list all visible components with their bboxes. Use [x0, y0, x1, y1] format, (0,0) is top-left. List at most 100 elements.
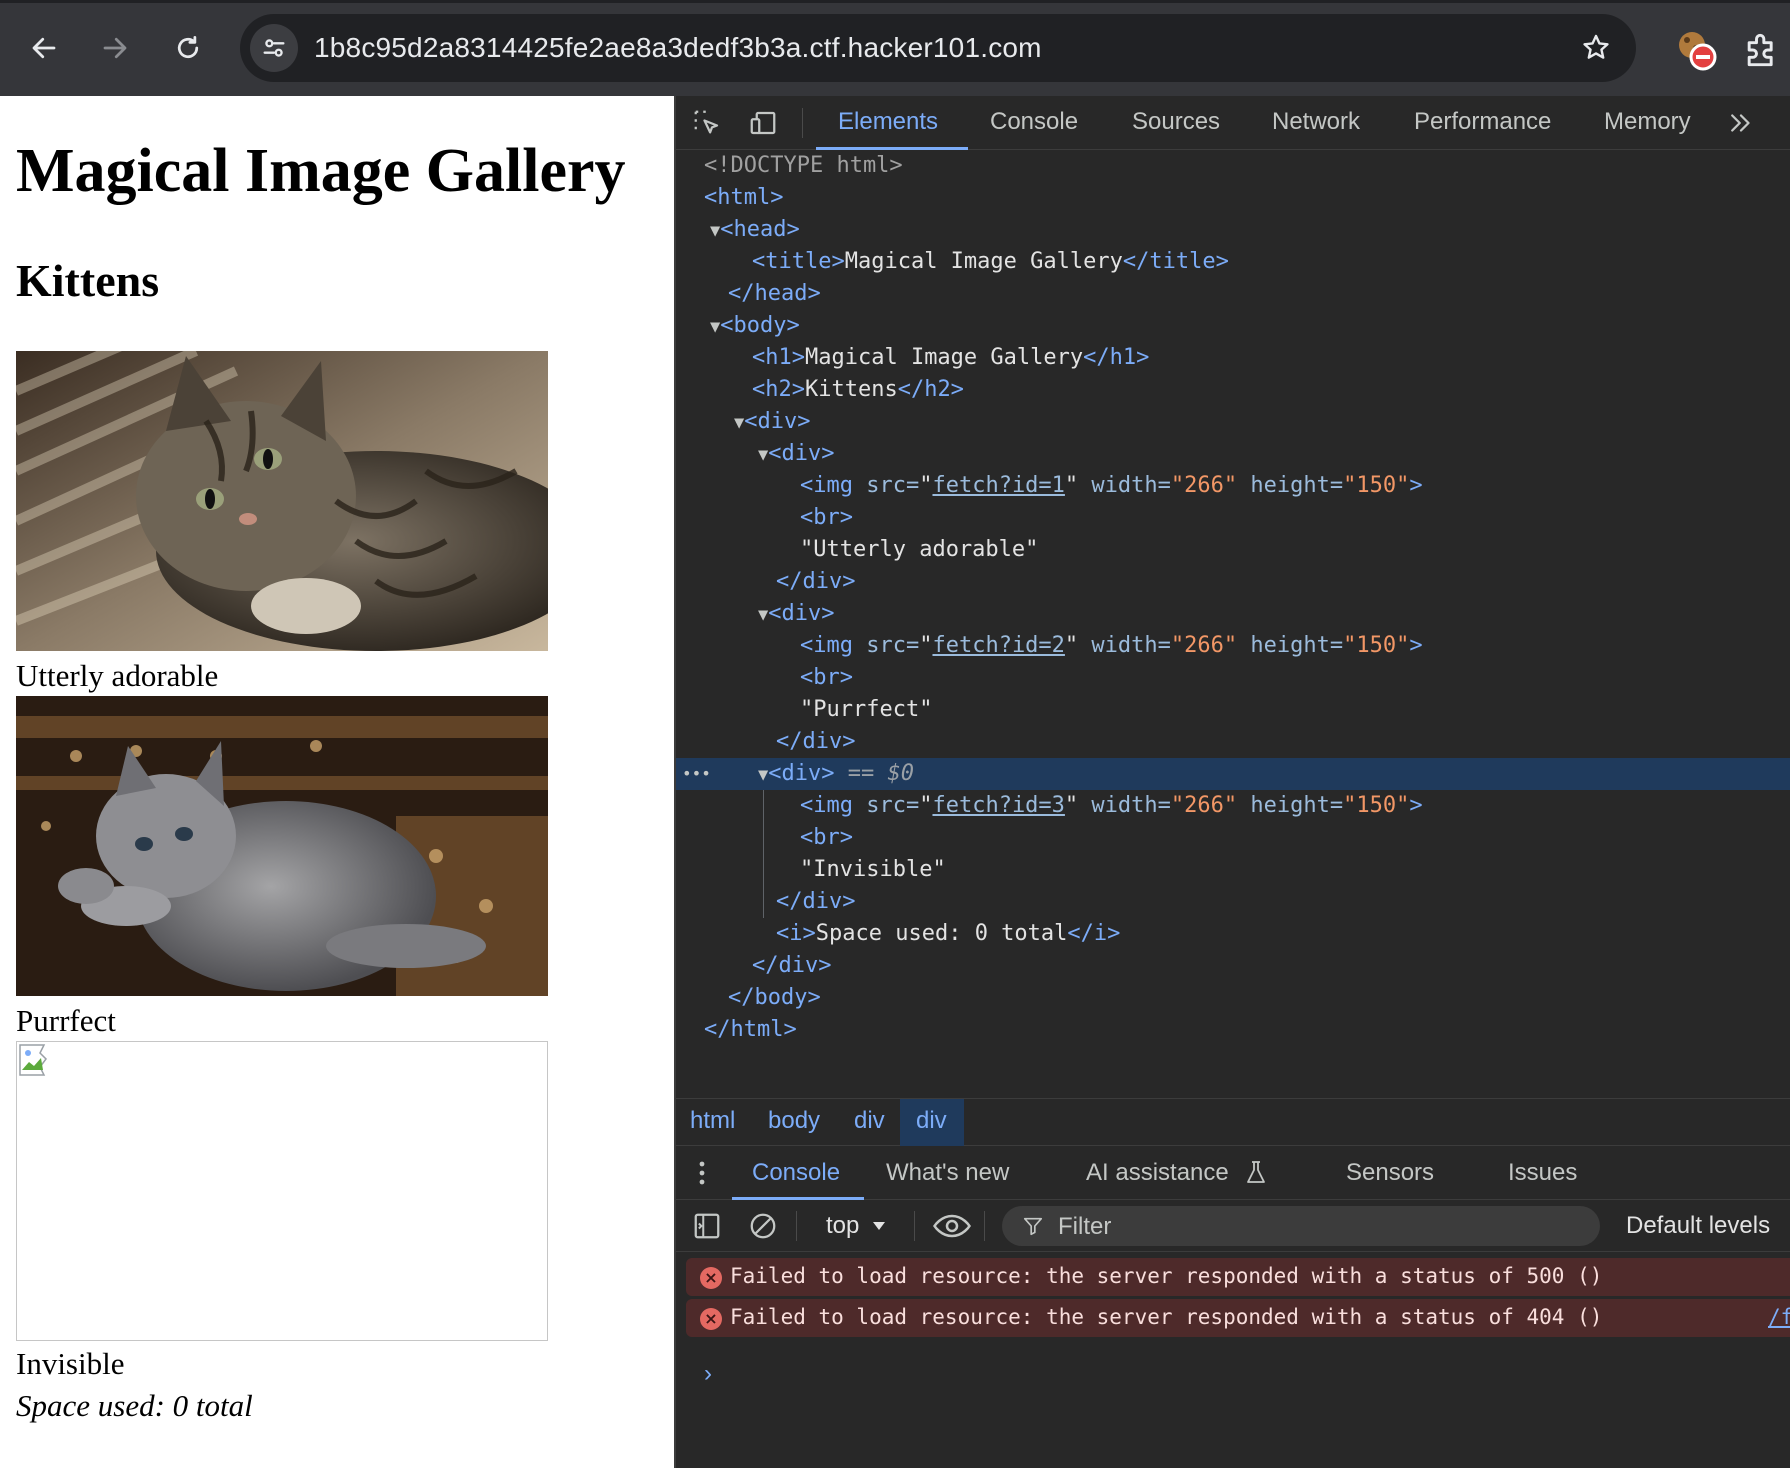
breadcrumb-div[interactable]: div — [854, 1107, 885, 1135]
eye-icon[interactable] — [932, 1210, 972, 1242]
dom-node-div-container-close[interactable]: </div> — [676, 950, 1790, 982]
error-circle-icon: × — [700, 1267, 722, 1289]
dom-node-body[interactable]: ▼<body> — [676, 310, 1790, 342]
drawer-tab-ai-assistance[interactable]: AI assistance — [1086, 1159, 1229, 1187]
extension-blocked-icon[interactable] — [1674, 28, 1718, 72]
node-actions-ellipsis[interactable]: ••• — [682, 758, 711, 790]
tab-sources[interactable]: Sources — [1132, 108, 1220, 136]
dom-node-br-2[interactable]: <br> — [676, 662, 1790, 694]
web-page: Magical Image Gallery Kittens Utterly ad… — [0, 96, 674, 1468]
section-heading: Kittens — [16, 255, 160, 306]
expand-triangle-icon[interactable]: ▼ — [758, 765, 768, 785]
tab-memory[interactable]: Memory — [1604, 108, 1691, 136]
tab-elements[interactable]: Elements — [838, 108, 938, 136]
dom-node-br-1[interactable]: <br> — [676, 502, 1790, 534]
browser-toolbar: 1b8c95d2a8314425fe2ae8a3dedf3b3a.ctf.hac… — [0, 0, 1790, 96]
error-circle-icon: × — [700, 1308, 722, 1330]
dom-node-img-3[interactable]: <img src="fetch?id=3" width="266" height… — [676, 790, 1790, 822]
expand-triangle-icon[interactable]: ▼ — [758, 605, 768, 625]
dom-node-text-2[interactable]: "Purrfect" — [676, 694, 1790, 726]
breadcrumb-html[interactable]: html — [690, 1107, 735, 1135]
more-tabs-chevron-icon[interactable] — [1726, 108, 1756, 138]
toolbar-divider — [914, 1211, 915, 1241]
dom-node-head-close[interactable]: </head> — [676, 278, 1790, 310]
console-filter-input[interactable]: Filter — [1002, 1206, 1600, 1246]
dom-node-head[interactable]: ▼<head> — [676, 214, 1790, 246]
console-error-text: Failed to load resource: the server resp… — [730, 1305, 1603, 1329]
dom-node-div-container[interactable]: ▼<div> — [676, 406, 1790, 438]
log-levels-dropdown[interactable]: Default levels — [1626, 1212, 1770, 1240]
breadcrumb-body[interactable]: body — [768, 1107, 820, 1135]
toolbar-divider — [796, 1211, 797, 1241]
drawer-tab-issues[interactable]: Issues — [1508, 1159, 1577, 1187]
page-heading: Magical Image Gallery — [16, 137, 626, 205]
filter-placeholder: Filter — [1058, 1213, 1112, 1240]
url-text[interactable]: 1b8c95d2a8314425fe2ae8a3dedf3b3a.ctf.hac… — [314, 32, 1042, 64]
dom-node-img-2[interactable]: <img src="fetch?id=2" width="266" height… — [676, 630, 1790, 662]
dom-node-div-2-close[interactable]: </div> — [676, 726, 1790, 758]
devtools-panel: Elements Console Sources Network Perform… — [674, 96, 1790, 1468]
breadcrumb-div-selected[interactable]: div — [916, 1107, 947, 1135]
dom-node-div-1-close[interactable]: </div> — [676, 566, 1790, 598]
caption-1: Utterly adorable — [16, 658, 219, 693]
back-button[interactable] — [20, 24, 68, 72]
console-prompt-chevron[interactable]: › — [704, 1360, 712, 1388]
dom-node-img-1[interactable]: <img src="fetch?id=1" width="266" height… — [676, 470, 1790, 502]
context-selector[interactable]: top — [826, 1212, 859, 1240]
address-bar[interactable]: 1b8c95d2a8314425fe2ae8a3dedf3b3a.ctf.hac… — [240, 14, 1636, 82]
drawer-tab-console[interactable]: Console — [752, 1159, 840, 1187]
img-src-link-3[interactable]: fetch?id=3 — [932, 793, 1064, 818]
dom-node-div-3-selected[interactable]: ••• ▼<div> == $0 — [676, 758, 1790, 790]
tab-console[interactable]: Console — [990, 108, 1078, 136]
space-used-text: Space used: 0 total — [16, 1388, 253, 1423]
expand-triangle-icon[interactable]: ▼ — [710, 317, 720, 337]
dom-node-body-close[interactable]: </body> — [676, 982, 1790, 1014]
dom-node-br-3[interactable]: <br> — [676, 822, 1790, 854]
sidebar-toggle-icon[interactable] — [692, 1211, 722, 1241]
drawer-menu-icon[interactable] — [692, 1160, 712, 1186]
dom-node-text-3[interactable]: "Invisible" — [676, 854, 1790, 886]
inspect-element-icon[interactable] — [692, 108, 722, 138]
expand-triangle-icon[interactable]: ▼ — [734, 413, 744, 433]
dom-node-html[interactable]: <html> — [676, 182, 1790, 214]
dom-node-html-close[interactable]: </html> — [676, 1014, 1790, 1046]
flask-icon — [1247, 1161, 1265, 1183]
caret-down-icon[interactable] — [872, 1221, 886, 1231]
console-toolbar: top Filter Default levels — [676, 1200, 1790, 1252]
caption-3: Invisible — [16, 1346, 125, 1381]
extensions-puzzle-icon[interactable] — [1740, 28, 1784, 72]
expand-triangle-icon[interactable]: ▼ — [758, 445, 768, 465]
reload-button[interactable] — [164, 24, 212, 72]
console-error-row[interactable]: × Failed to load resource: the server re… — [686, 1299, 1790, 1337]
dom-node-h2[interactable]: <h2>Kittens</h2> — [676, 374, 1790, 406]
forward-button[interactable] — [91, 24, 139, 72]
tab-strip-edge — [0, 0, 1790, 3]
tab-network[interactable]: Network — [1272, 108, 1360, 136]
site-info-button[interactable] — [250, 24, 298, 72]
device-toolbar-icon[interactable] — [748, 108, 778, 138]
img-src-link-2[interactable]: fetch?id=2 — [932, 633, 1064, 658]
broken-image — [16, 1041, 548, 1341]
dom-node-text-1[interactable]: "Utterly adorable" — [676, 534, 1790, 566]
dom-node-h1[interactable]: <h1>Magical Image Gallery</h1> — [676, 342, 1790, 374]
dom-node-doctype[interactable]: <!DOCTYPE html> — [676, 150, 1790, 182]
dom-node-italic[interactable]: <i>Space used: 0 total</i> — [676, 918, 1790, 950]
clear-console-icon[interactable] — [748, 1211, 778, 1241]
dom-node-div-2[interactable]: ▼<div> — [676, 598, 1790, 630]
img-src-link-1[interactable]: fetch?id=1 — [932, 473, 1064, 498]
drawer-tabbar: Console What's new AI assistance Sensors… — [676, 1146, 1790, 1200]
dom-node-div-1[interactable]: ▼<div> — [676, 438, 1790, 470]
console-error-row[interactable]: × Failed to load resource: the server re… — [686, 1258, 1790, 1296]
dom-node-div-3-close[interactable]: </div> — [676, 886, 1790, 918]
dom-node-title[interactable]: <title>Magical Image Gallery</title> — [676, 246, 1790, 278]
drawer-tab-whats-new[interactable]: What's new — [886, 1159, 1009, 1187]
tune-icon — [263, 39, 285, 57]
console-error-source-link[interactable]: /fa — [1768, 1305, 1790, 1329]
drawer-tab-sensors[interactable]: Sensors — [1346, 1159, 1434, 1187]
bookmark-star-icon[interactable] — [1580, 32, 1612, 64]
reload-icon — [177, 36, 199, 59]
selected-node-guide — [763, 790, 764, 918]
arrow-right-icon — [103, 37, 127, 59]
tab-performance[interactable]: Performance — [1414, 108, 1551, 136]
expand-triangle-icon[interactable]: ▼ — [710, 221, 720, 241]
